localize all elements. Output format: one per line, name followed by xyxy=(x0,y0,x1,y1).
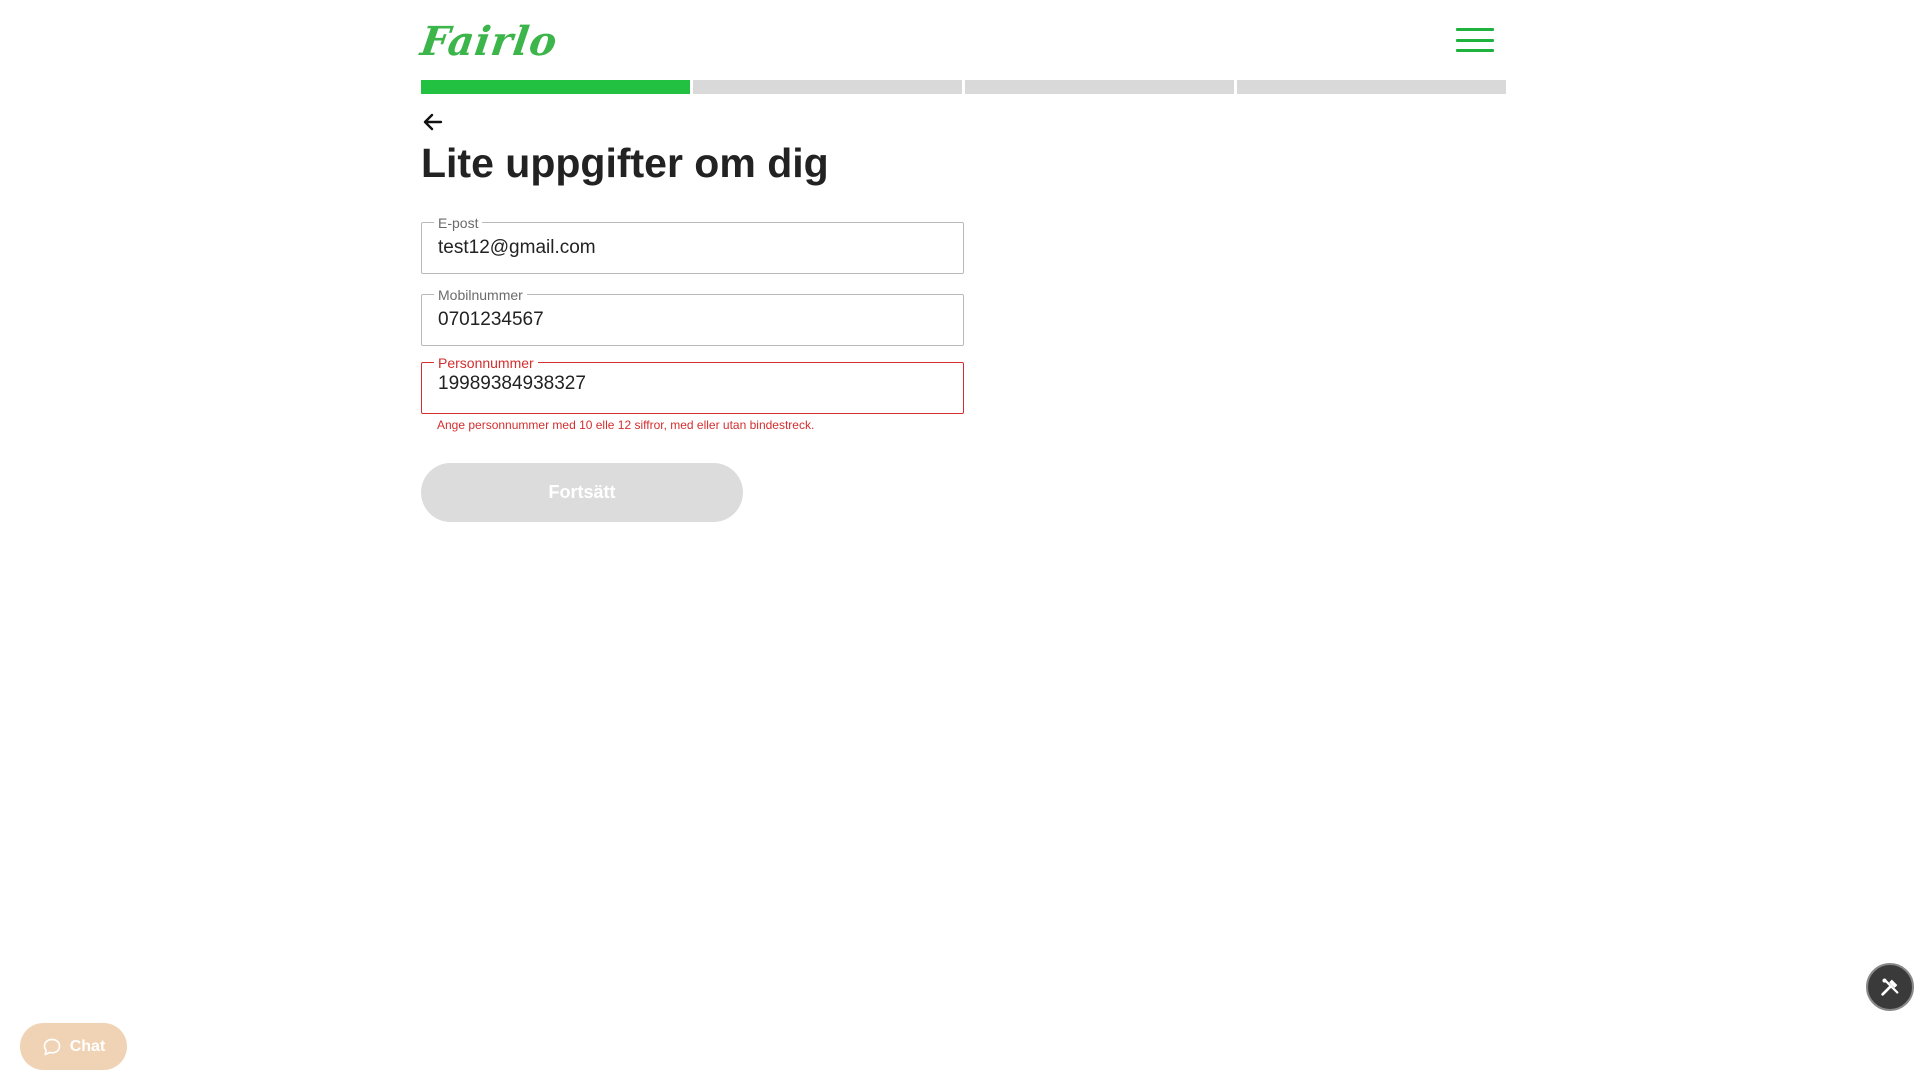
mobile-label: Mobilnummer xyxy=(434,287,527,303)
progress-step-4 xyxy=(1237,80,1506,94)
hamburger-menu-button[interactable] xyxy=(1456,28,1494,52)
arrow-left-icon xyxy=(423,113,443,131)
personnummer-field[interactable]: Personnummer xyxy=(421,355,964,414)
progress-step-3 xyxy=(965,80,1234,94)
progress-step-2 xyxy=(693,80,962,94)
tools-button[interactable] xyxy=(1866,963,1914,1011)
step-progress-bar xyxy=(421,80,1506,94)
chat-bubble-icon xyxy=(43,1038,61,1055)
page: Fairlo Lite uppgifter om dig E-post Mobi… xyxy=(0,0,1920,1080)
personnummer-input[interactable] xyxy=(438,373,948,395)
fairlo-logo[interactable]: Fairlo xyxy=(418,18,561,65)
email-input[interactable] xyxy=(438,237,948,259)
personnummer-error-message: Ange personnummer med 10 elle 12 siffror… xyxy=(437,418,815,432)
personnummer-label: Personnummer xyxy=(434,355,538,371)
hamburger-icon-line xyxy=(1456,38,1494,42)
progress-step-1 xyxy=(421,80,690,94)
email-label: E-post xyxy=(434,215,483,231)
tools-icon xyxy=(1881,978,1899,996)
back-button[interactable] xyxy=(421,110,445,134)
hamburger-icon xyxy=(1456,28,1494,31)
mobile-field[interactable]: Mobilnummer xyxy=(421,287,964,346)
email-field[interactable]: E-post xyxy=(421,215,964,274)
page-title: Lite uppgifter om dig xyxy=(421,140,829,186)
mobile-input[interactable] xyxy=(438,309,948,331)
chat-label: Chat xyxy=(69,1037,106,1055)
hamburger-icon-line xyxy=(1456,49,1494,52)
continue-button[interactable]: Fortsätt xyxy=(421,463,743,522)
chat-button[interactable]: Chat xyxy=(20,1023,127,1070)
